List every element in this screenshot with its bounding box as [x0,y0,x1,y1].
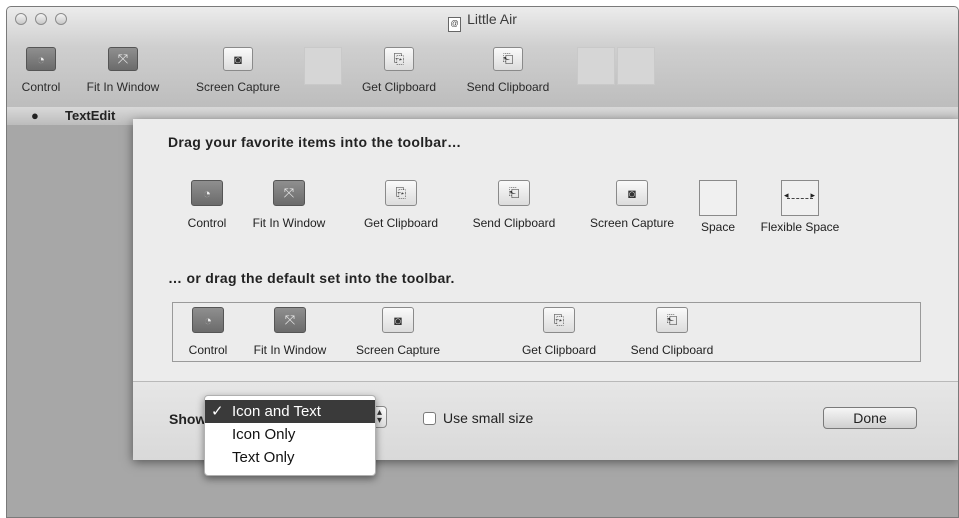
show-label: Show [169,411,207,427]
fit-window-icon: ⤧ [274,307,306,333]
palette-item-space[interactable]: Space [696,180,740,234]
control-icon: ◔ [192,307,224,333]
apple-menu-icon[interactable]: ● [31,108,39,123]
small-size-label[interactable]: Use small size [443,410,533,426]
title-bar: @ Little Air ◔ Control ⤧ Fit In Window ◙ … [7,7,958,108]
palette-item-send-clipboard[interactable]: ⎗ Send Clipboard [459,180,569,230]
menu-item-icon-and-text[interactable]: ✓ Icon and Text [205,400,375,423]
toolbar-item-fit-in-window[interactable]: ⤧ Fit In Window [77,47,169,94]
send-clipboard-icon: ⎗ [498,180,530,206]
flexible-space-icon [781,180,819,216]
fit-window-icon: ⤧ [273,180,305,206]
default-item-get-clipboard: ⎘ Get Clipboard [509,307,609,357]
palette-item-get-clipboard[interactable]: ⎘ Get Clipboard [351,180,451,230]
camera-icon: ◙ [382,307,414,333]
toolbar-space [617,47,655,85]
control-icon: ◔ [26,47,56,71]
toolbar-item-screen-capture[interactable]: ◙ Screen Capture [183,47,293,94]
toolbar-item-get-clipboard[interactable]: ⎘ Get Clipboard [349,47,449,94]
done-button[interactable]: Done [823,407,917,429]
fit-window-icon: ⤧ [108,47,138,71]
get-clipboard-icon: ⎘ [543,307,575,333]
default-item-screen-capture: ◙ Screen Capture [343,307,453,357]
popup-arrows-icon: ▴ ▾ [376,407,382,426]
default-item-send-clipboard: ⎗ Send Clipboard [617,307,727,357]
send-clipboard-icon: ⎗ [493,47,523,71]
palette-item-fit-in-window[interactable]: ⤧ Fit In Window [243,180,335,230]
camera-icon: ◙ [223,47,253,71]
show-popup-menu: ✓ Icon and Text Icon Only Text Only [204,395,376,476]
menu-app-name[interactable]: TextEdit [65,108,115,123]
palette-item-flexible-space[interactable]: Flexible Space [750,180,850,234]
toolbar-item-send-clipboard[interactable]: ⎗ Send Clipboard [453,47,563,94]
palette-item-screen-capture[interactable]: ◙ Screen Capture [576,180,688,230]
favorites-heading: Drag your favorite items into the toolba… [168,134,462,150]
window-title: @ Little Air [7,11,958,32]
menu-item-icon-only[interactable]: Icon Only [205,423,375,446]
default-set-heading: … or drag the default set into the toolb… [168,270,455,286]
default-item-fit-in-window: ⤧ Fit In Window [244,307,336,357]
palette-item-control[interactable]: ◔ Control [177,180,237,230]
get-clipboard-icon: ⎘ [385,180,417,206]
menu-item-text-only[interactable]: Text Only [205,446,375,469]
toolbar-item-control[interactable]: ◔ Control [11,47,71,94]
toolbar-space [577,47,615,85]
app-window: @ Little Air ◔ Control ⤧ Fit In Window ◙ … [6,6,959,518]
checkmark-icon: ✓ [211,403,224,420]
get-clipboard-icon: ⎘ [384,47,414,71]
document-icon: @ [448,17,462,32]
small-size-checkbox[interactable] [423,412,436,425]
send-clipboard-icon: ⎗ [656,307,688,333]
space-icon [699,180,737,216]
default-set-box[interactable]: ◔ Control ⤧ Fit In Window ◙ Screen Captu… [172,302,921,362]
camera-icon: ◙ [616,180,648,206]
toolbar-space [304,47,342,85]
control-icon: ◔ [191,180,223,206]
default-item-control: ◔ Control [178,307,238,357]
